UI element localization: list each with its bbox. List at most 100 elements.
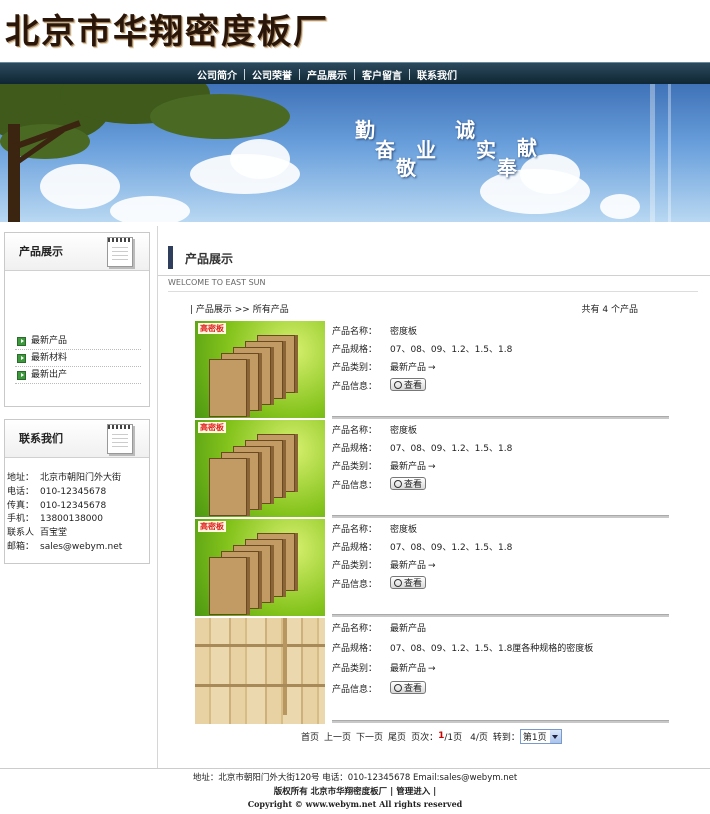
contact-email[interactable]: sales@webym.net — [40, 542, 122, 552]
product-category-box: 产品展示 最新产品 最新材料 最新出产 — [4, 232, 150, 407]
product-category-link[interactable]: 最新产品 — [390, 462, 426, 472]
product-name: 密度板 — [390, 525, 418, 535]
row-divider — [332, 720, 669, 723]
contact-label: 邮箱： — [7, 541, 35, 552]
arrow-right-icon: → — [428, 363, 436, 373]
field-label: 产品类别： — [332, 363, 378, 373]
pager-prev[interactable]: 上一页 — [324, 730, 351, 743]
product-row: 高密板 产品名称： 密度板 产品规格： 07、08、09、1.2、1.5、1.8 产… — [195, 519, 669, 618]
main-nav: 公司简介 公司荣誉 产品展示 客户留言 联系我们 — [0, 62, 710, 84]
contact-list: 地址： 北京市朝阳门外大街 电话： 010-12345678 传真： 010-1234… — [5, 458, 149, 563]
field-label: 产品类别： — [332, 664, 378, 674]
product-name: 密度板 — [390, 327, 418, 337]
field-label: 产品规格： — [332, 543, 378, 553]
product-info: 产品名称： 密度板 产品规格： 07、08、09、1.2、1.5、1.8 产品类别：… — [332, 420, 669, 517]
row-divider — [332, 515, 669, 518]
product-category-link[interactable]: 最新产品 — [390, 363, 426, 373]
banner-slogan-char: 业 — [416, 138, 436, 162]
pager-last[interactable]: 尾页 — [388, 730, 406, 743]
box-header: 产品展示 — [5, 233, 149, 271]
view-button[interactable]: 查看 — [390, 576, 427, 589]
nav-item-guestbook[interactable]: 客户留言 — [355, 67, 409, 82]
product-badge: 高密板 — [198, 521, 226, 532]
breadcrumb-bar: | 产品展示 >> 所有产品 共有 4 个产品 — [190, 302, 638, 316]
contact-value: 北京市朝阳门外大街 — [40, 473, 122, 483]
magnifier-icon — [394, 380, 402, 389]
field-label: 产品信息： — [332, 481, 378, 491]
view-button[interactable]: 查看 — [390, 378, 427, 391]
product-row: 产品名称： 最新产品 产品规格： 07、08、09、1.2、1.5、1.8厘各种规格… — [195, 618, 669, 724]
arrow-right-icon: → — [428, 462, 436, 472]
contact-label: 地址： — [7, 473, 35, 483]
product-name: 最新产品 — [390, 624, 427, 634]
nav-item-honors[interactable]: 公司荣誉 — [245, 67, 299, 82]
category-label: 最新产品 — [31, 336, 68, 346]
header: 北京市华翔密度板厂 — [0, 0, 710, 62]
pager-next[interactable]: 下一页 — [356, 730, 383, 743]
contact-value: 010-12345678 — [40, 500, 107, 511]
view-button[interactable]: 查看 — [390, 681, 427, 694]
product-count: 共有 4 个产品 — [581, 305, 638, 315]
footer-address: 地址：北京市朝阳门外大街120号 电话：010-12345678 Email:s… — [192, 773, 518, 783]
product-image[interactable]: 高密板 — [195, 519, 325, 616]
site-logo[interactable]: 北京市华翔密度板厂 — [5, 4, 329, 53]
banner-slogan-char: 敬 — [396, 156, 416, 180]
contact-row: 地址： 北京市朝阳门外大街 — [7, 472, 145, 486]
notebook-icon — [107, 237, 133, 267]
section-header: 产品展示 — [158, 226, 710, 276]
pagination: 首页 上一页 下一页 尾页 页次： 1 /1页 4/页 转到： 第1页 — [301, 727, 562, 745]
contact-row: 邮箱： sales@webym.net — [7, 541, 145, 555]
view-button[interactable]: 查看 — [390, 477, 427, 490]
breadcrumb[interactable]: | 产品展示 >> 所有产品 — [190, 302, 289, 315]
nav-item-about[interactable]: 公司简介 — [190, 67, 244, 82]
notebook-icon — [107, 424, 133, 454]
banner-slogan-char: 实 — [476, 138, 496, 162]
view-button-label: 查看 — [404, 579, 423, 589]
product-info: 产品名称： 最新产品 产品规格： 07、08、09、1.2、1.5、1.8厘各种规格… — [332, 618, 669, 715]
magnifier-icon — [394, 683, 402, 692]
footer: 地址：北京市朝阳门外大街120号 电话：010-12345678 Email:s… — [0, 768, 710, 814]
nav-item-products[interactable]: 产品展示 — [300, 67, 354, 82]
arrow-right-icon: → — [428, 664, 436, 674]
banner-slogan-char: 勤 — [355, 118, 375, 142]
nav-item-contact[interactable]: 联系我们 — [410, 67, 464, 82]
contact-box: 联系我们 地址： 北京市朝阳门外大街 电话： 010-12345678 传真： 010… — [4, 419, 150, 564]
title-accent-bar — [168, 246, 173, 269]
field-label: 产品规格： — [332, 345, 378, 355]
page-select[interactable]: 第1页 — [519, 728, 562, 744]
contact-value: 010-12345678 — [40, 486, 107, 497]
category-item[interactable]: 最新出产 — [15, 367, 141, 384]
product-category-link[interactable]: 最新产品 — [390, 664, 426, 674]
contact-row: 电话： 010-12345678 — [7, 486, 145, 500]
banner-slogan-char: 诚 — [455, 118, 475, 142]
pager-first[interactable]: 首页 — [301, 730, 319, 743]
contact-label: 传真： — [7, 500, 35, 511]
category-label: 最新材料 — [31, 353, 68, 363]
arrow-right-icon — [17, 337, 26, 346]
footer-copyright[interactable]: 版权所有 北京市华翔密度板厂 | 管理进入 | — [0, 785, 710, 797]
product-category-link[interactable]: 最新产品 — [390, 561, 426, 571]
magnifier-icon — [394, 578, 402, 587]
row-divider — [332, 416, 669, 419]
pager-pages-label: 页次： — [411, 732, 439, 743]
product-spec: 07、08、09、1.2、1.5、1.8厘各种规格的密度板 — [390, 644, 594, 654]
product-badge: 高密板 — [198, 422, 226, 433]
category-item[interactable]: 最新材料 — [15, 350, 141, 367]
category-item[interactable]: 最新产品 — [15, 333, 141, 350]
product-image[interactable]: 高密板 — [195, 321, 325, 418]
product-spec: 07、08、09、1.2、1.5、1.8 — [390, 444, 513, 454]
product-image[interactable] — [195, 618, 325, 724]
contact-value: 百宝堂 — [40, 528, 68, 539]
view-button-label: 查看 — [404, 684, 423, 694]
category-list: 最新产品 最新材料 最新出产 — [5, 271, 149, 406]
welcome-text: WELCOME TO EAST SUN — [168, 278, 698, 292]
product-image[interactable]: 高密板 — [195, 420, 325, 517]
banner-slogan-char: 献 — [517, 136, 537, 160]
product-badge: 高密板 — [198, 323, 226, 334]
box-title: 产品展示 — [19, 245, 63, 258]
contact-row: 手机： 13800138000 — [7, 513, 145, 527]
footer-copyright-en: Copyright © www.webym.net All rights res… — [247, 799, 463, 809]
product-row: 高密板 产品名称： 密度板 产品规格： 07、08、09、1.2、1.5、1.8 产… — [195, 420, 669, 519]
product-name: 密度板 — [390, 426, 418, 436]
field-label: 产品类别： — [332, 561, 378, 571]
